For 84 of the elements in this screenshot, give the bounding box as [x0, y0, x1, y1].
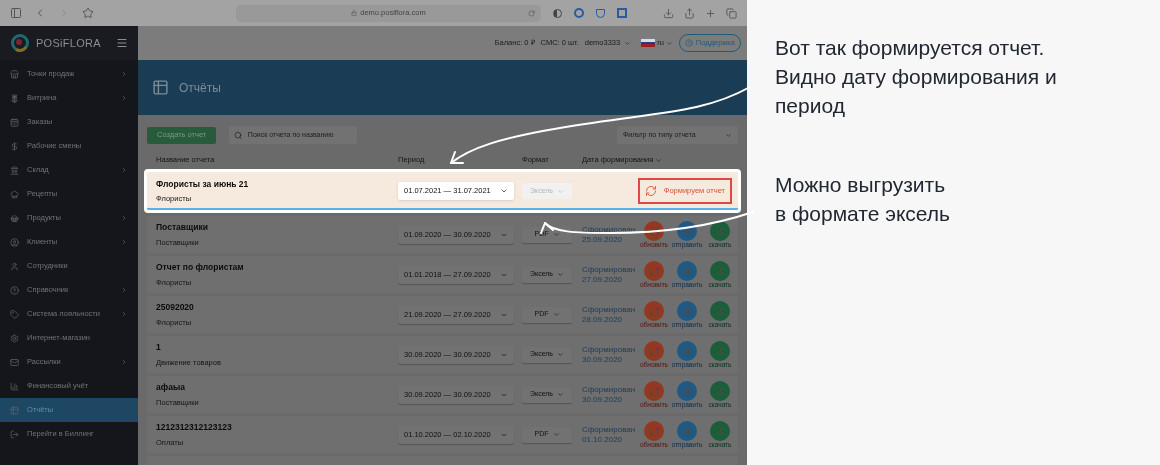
status-date: 27.09.2020 — [582, 274, 624, 285]
chevron-down-icon — [665, 39, 673, 47]
status-text: Сформирован — [582, 264, 636, 275]
refresh-icon — [644, 185, 657, 197]
nav-icon — [10, 333, 19, 343]
chevron-down-icon — [552, 311, 560, 318]
lock-icon — [351, 10, 358, 16]
nav-icon — [10, 429, 19, 439]
refresh-icon — [644, 261, 664, 281]
report-title: 1 — [156, 341, 162, 354]
logo-icon — [10, 33, 30, 53]
at-sign-icon — [677, 421, 697, 441]
sort-icon — [655, 156, 663, 164]
refresh-icon — [644, 421, 664, 441]
download-icon — [710, 341, 730, 361]
chevron-down-icon — [557, 187, 565, 195]
status-date: 25.09.2020 — [582, 234, 624, 245]
download-icon — [710, 301, 730, 321]
nav-icon — [10, 141, 19, 151]
flag-icon — [641, 39, 656, 47]
table-icon — [152, 79, 169, 96]
download-icon — [710, 261, 730, 281]
nav-icon — [10, 261, 19, 271]
status-date: 30.09.2020 — [582, 354, 624, 365]
chevron-down-icon — [624, 39, 632, 47]
nav-icon — [10, 237, 19, 247]
logo-text: POSiFLORA — [36, 35, 101, 51]
report-title: Отчет по флористам — [156, 261, 245, 274]
chevron-down-icon — [552, 231, 560, 238]
star-icon[interactable] — [82, 7, 94, 19]
report-title: 25092020 — [156, 301, 195, 314]
nav-icon — [10, 405, 19, 415]
report-title: Поставщики — [156, 221, 209, 234]
nav-icon — [10, 357, 19, 367]
nav-icon — [10, 309, 19, 319]
nav-icon — [10, 381, 19, 391]
download-icon — [710, 221, 730, 241]
chevron-down-icon — [557, 271, 565, 278]
chevron-down-icon — [557, 391, 565, 398]
refresh-icon — [644, 341, 664, 361]
download-icon — [710, 421, 730, 441]
download-icon[interactable] — [663, 7, 674, 19]
sidebar-toggle-icon[interactable] — [10, 7, 22, 19]
help-icon — [684, 39, 693, 47]
nav-icon — [10, 117, 19, 127]
status-text: Сформирован — [582, 224, 636, 235]
report-title: Флористы за июнь 21 — [156, 177, 250, 191]
nav-icon — [10, 285, 19, 295]
status-date: 30.09.2020 — [582, 394, 624, 405]
at-sign-icon — [677, 301, 697, 321]
nav-icon — [10, 165, 19, 175]
nav-icon — [10, 213, 19, 223]
reload-icon[interactable] — [528, 9, 535, 17]
search-icon — [234, 130, 243, 140]
report-title: 1212312312123123 — [156, 421, 233, 434]
at-sign-icon — [677, 221, 697, 241]
status-text: Сформирован — [582, 304, 636, 315]
refresh-icon — [644, 221, 664, 241]
chevron-down-icon — [557, 351, 565, 358]
page-title: Отчёты — [179, 79, 221, 97]
share-icon[interactable] — [684, 7, 695, 19]
refresh-icon — [644, 381, 664, 401]
chevron-down-icon — [552, 431, 560, 438]
status-text: Сформирован — [582, 424, 636, 435]
at-sign-icon — [677, 261, 697, 281]
at-sign-icon — [677, 381, 697, 401]
tabs-icon[interactable] — [726, 7, 737, 19]
annotation-text: Вот так формируется отчет. Видно дату формирования и период — [775, 35, 1058, 119]
at-sign-icon — [677, 341, 697, 361]
chevron-down-icon — [500, 187, 508, 195]
menu-icon[interactable] — [116, 37, 128, 49]
nav-icon — [10, 189, 19, 199]
new-tab-icon[interactable] — [705, 7, 716, 19]
download-icon — [710, 381, 730, 401]
report-title: афаыа — [156, 381, 186, 394]
status-text: Сформирован — [582, 384, 636, 395]
nav-icon — [10, 93, 19, 103]
chevron-down-icon — [725, 131, 732, 139]
status-date: 01.10.2020 — [582, 434, 624, 445]
status-date: 28.09.2020 — [582, 314, 624, 325]
status-text: Сформирован — [582, 344, 636, 355]
refresh-icon — [644, 301, 664, 321]
annotation-text: Можно выгрузить в формате эксель — [775, 172, 951, 227]
nav-icon — [10, 69, 19, 79]
